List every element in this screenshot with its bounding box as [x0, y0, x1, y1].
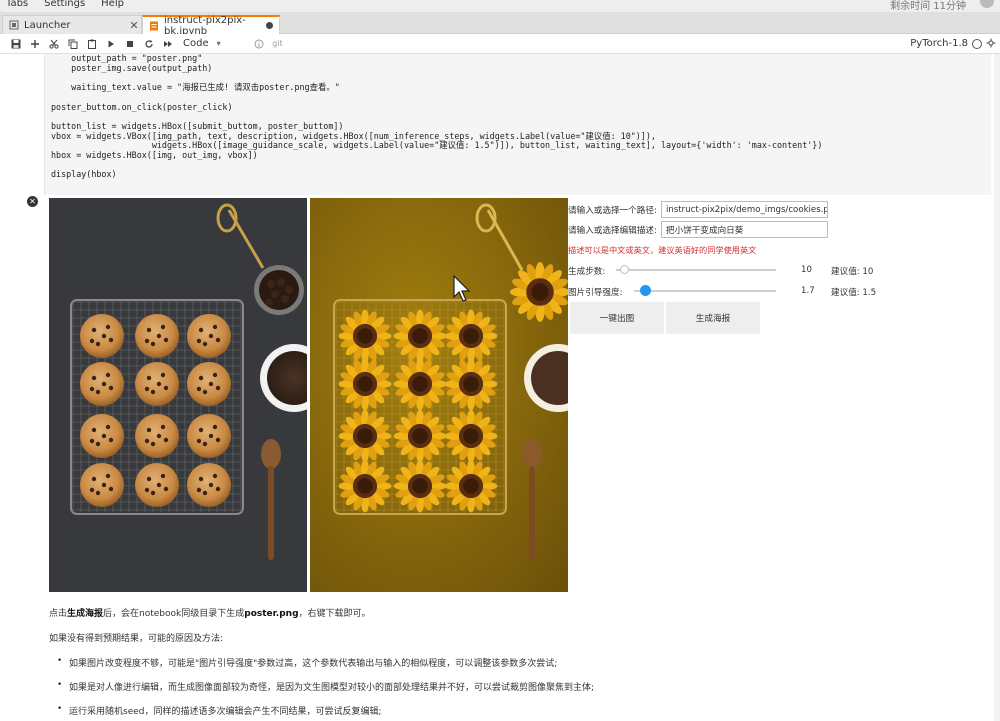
path-input[interactable]	[661, 201, 828, 218]
mouse-cursor-icon	[453, 275, 471, 302]
run-icon[interactable]	[101, 35, 120, 53]
steps-value: 10	[801, 265, 812, 275]
code-line: poster_img.save(output_path)	[51, 62, 213, 73]
menu-settings[interactable]: Settings	[44, 0, 85, 9]
unsaved-dot-icon[interactable]	[266, 22, 273, 29]
steps-hint: 建议值: 10	[831, 267, 874, 277]
instruction-suffix: ，右键下载即可。	[298, 609, 371, 619]
settings-gear-icon[interactable]	[986, 38, 996, 48]
path-row: 请输入或选择一个路径:	[568, 201, 888, 218]
steps-slider-handle[interactable]	[620, 265, 629, 274]
add-cell-icon[interactable]	[25, 35, 44, 53]
code-editor[interactable]: output_path = "poster.png" poster_img.sa…	[45, 54, 991, 180]
remaining-time: 剩余时间 11分钟	[890, 1, 966, 12]
tab-notebook[interactable]: instruct-pix2pix-bk.ipynb	[142, 15, 280, 37]
edit-row: 请输入或选择编辑描述:	[568, 221, 888, 238]
guidance-slider-handle[interactable]	[640, 285, 652, 296]
output-image-sunflowers	[310, 198, 568, 592]
menu-help[interactable]: Help	[101, 0, 124, 9]
instruction-prefix: 点击	[49, 609, 68, 619]
list-item: 如果图片改变程度不够，可能是"图片引导强度"参数过高，这个参数代表输出与输入的相…	[57, 656, 557, 669]
close-icon[interactable]: ✕	[127, 19, 141, 32]
kernel-status-icon	[972, 39, 982, 49]
git-icon[interactable]: git	[268, 35, 287, 53]
edit-label: 请输入或选择编辑描述:	[568, 225, 657, 236]
code-cell[interactable]: output_path = "poster.png" poster_img.sa…	[44, 54, 991, 195]
tab-launcher[interactable]: Launcher ✕	[2, 15, 142, 34]
edit-description-input[interactable]	[661, 221, 828, 238]
guidance-label: 图片引导强度:	[568, 288, 623, 298]
guidance-value: 1.7	[801, 286, 815, 296]
kernel-name[interactable]: PyTorch-1.8	[910, 38, 968, 49]
poster-instruction: 点击生成海报后，会在notebook同级目录下生成poster.png，右键下载…	[49, 606, 371, 619]
notebook-icon	[149, 21, 159, 31]
code-line: display(hbox)	[51, 169, 117, 180]
copy-icon[interactable]	[63, 35, 82, 53]
cell-type-select[interactable]: Code ▾	[183, 38, 235, 49]
user-avatar-icon[interactable]	[980, 0, 994, 8]
save-icon[interactable]	[6, 35, 25, 53]
list-item: 如果是对人像进行编辑，而生成图像面部较为奇怪，是因为文生图模型对较小的面部处理结…	[57, 680, 594, 693]
instruction-bold-filename: poster.png	[244, 609, 299, 619]
menu-bar: Tabs Settings Help 剩余时间 11分钟	[0, 0, 1000, 12]
menu-tabs[interactable]: Tabs	[6, 0, 28, 9]
path-label: 请输入或选择一个路径:	[568, 205, 657, 216]
chevron-down-icon: ▾	[216, 39, 221, 48]
list-item: 运行采用随机seed，同样的描述语多次编辑会产生不同结果，可尝试反复编辑;	[57, 704, 381, 717]
scrollbar[interactable]	[994, 54, 1000, 721]
instruction-mid: 后，会在notebook同级目录下生成	[103, 609, 245, 619]
cut-icon[interactable]	[44, 35, 63, 53]
run-all-icon[interactable]	[158, 35, 177, 53]
stop-icon[interactable]	[120, 35, 139, 53]
tab-bar: Launcher ✕ instruct-pix2pix-bk.ipynb	[0, 12, 1000, 37]
restart-icon[interactable]	[139, 35, 158, 53]
info-icon[interactable]	[249, 35, 268, 53]
description-warning: 描述可以是中文或英文，建议英语好的同学使用英文	[568, 245, 757, 255]
generate-poster-button[interactable]: 生成海报	[666, 302, 760, 334]
guidance-slider-track[interactable]	[634, 290, 776, 292]
launcher-icon	[9, 20, 19, 30]
code-line: hbox = widgets.HBox([img, out_img, vbox]…	[51, 150, 258, 161]
generate-button[interactable]: 一键出图	[570, 302, 664, 334]
tab-launcher-label: Launcher	[24, 19, 71, 31]
input-image-cookies	[49, 198, 307, 592]
close-output-icon[interactable]: ✕	[27, 196, 38, 207]
troubleshoot-intro: 如果没有得到预期结果，可能的原因及方法:	[49, 634, 224, 644]
code-line: waiting_text.value = "海报已生成! 请双击poster.p…	[51, 82, 340, 93]
instruction-bold-poster: 生成海报	[67, 609, 104, 619]
cell-type-label: Code	[183, 38, 209, 49]
code-line: poster_buttom.on_click(poster_click)	[51, 101, 233, 112]
steps-label: 生成步数:	[568, 267, 606, 277]
paste-icon[interactable]	[82, 35, 101, 53]
notebook-toolbar: Code ▾ git PyTorch-1.8	[0, 34, 1000, 54]
steps-slider-track[interactable]	[616, 269, 776, 271]
guidance-hint: 建议值: 1.5	[831, 288, 877, 298]
